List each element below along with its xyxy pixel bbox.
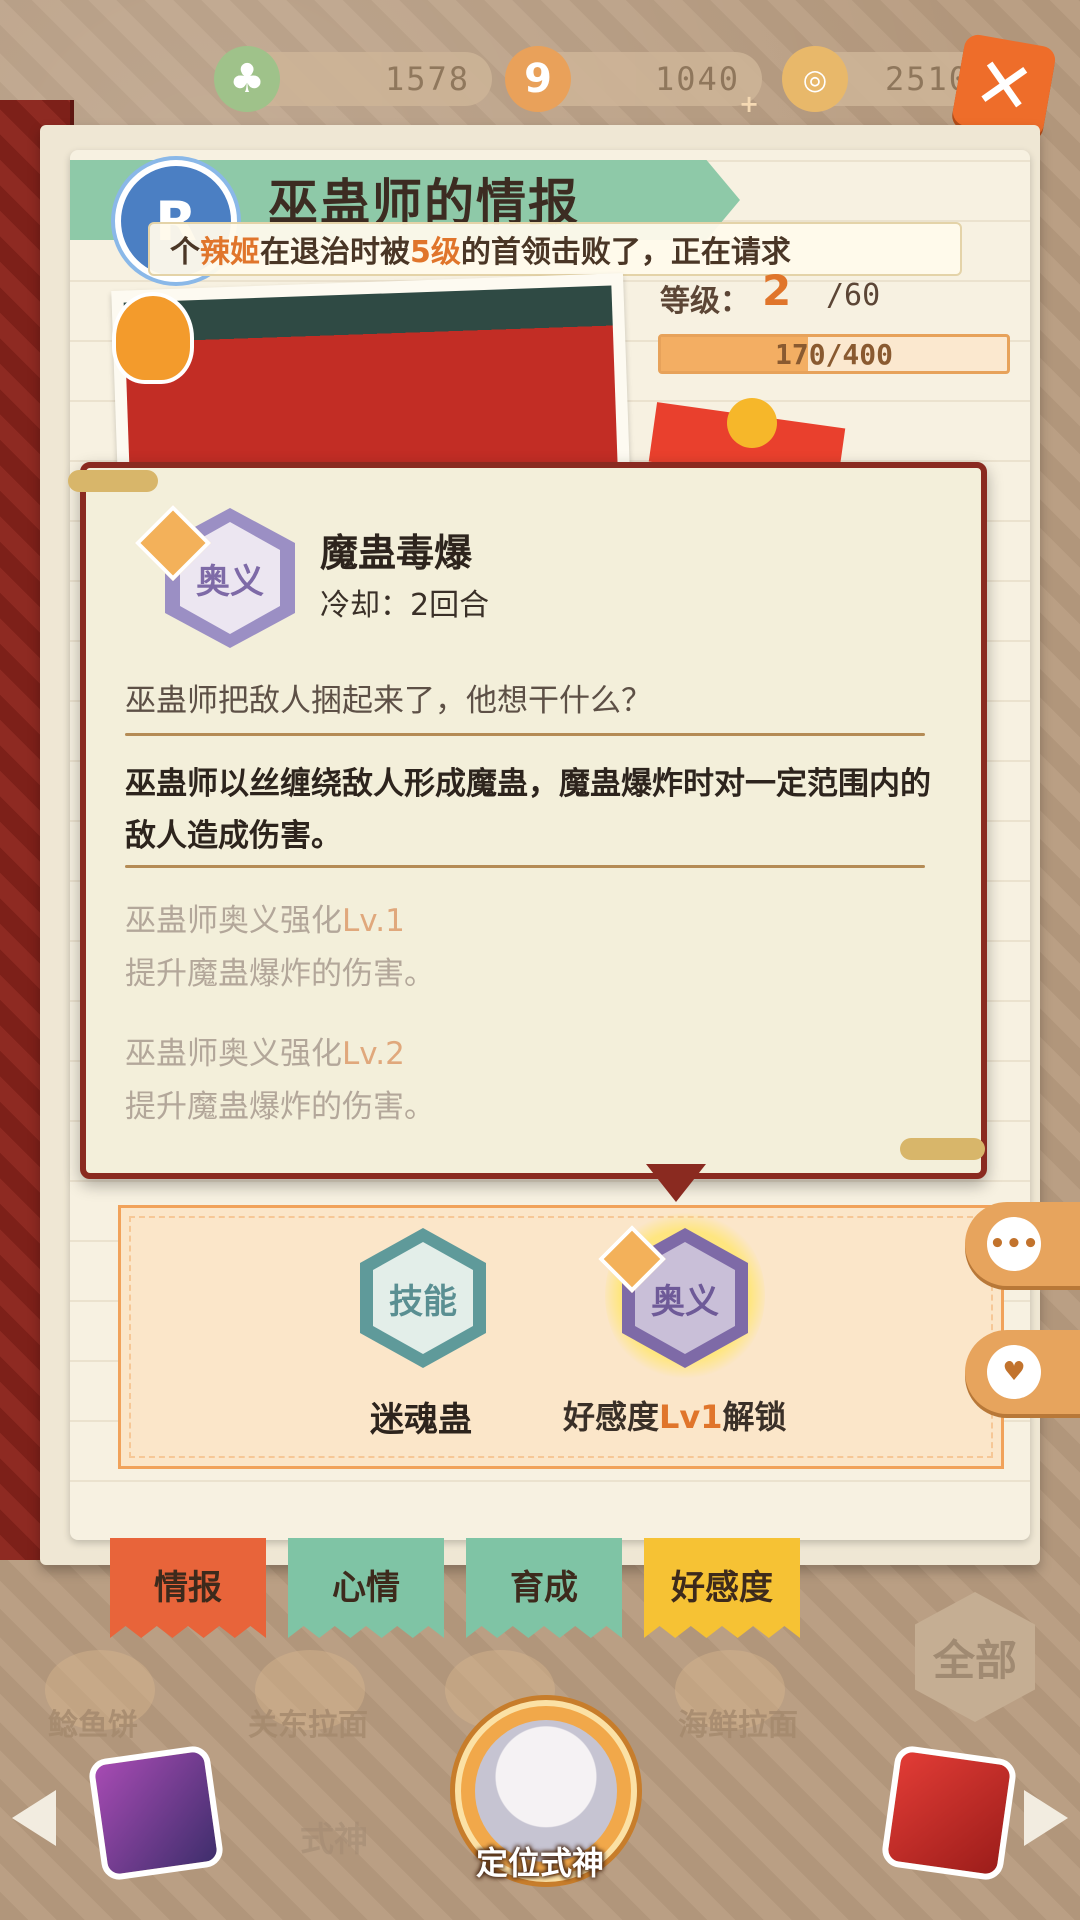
skill-description: 巫蛊师以丝缠绕敌人形成魔蛊，魔蛊爆炸时对一定范围内的敌人造成伤害。	[125, 766, 931, 854]
add-coin-icon[interactable]: +	[735, 90, 763, 118]
upgrade-title-2: 巫蛊师奥义强化Lv.2	[125, 1036, 405, 1072]
divider	[125, 865, 925, 868]
food-label: 关东拉面	[248, 1708, 368, 1743]
food-label: 鲶鱼饼	[48, 1708, 138, 1743]
upgrade-desc-2: 提升魔蛊爆炸的伤害。	[125, 1089, 435, 1125]
ticker-text-1: 个	[170, 235, 200, 270]
skill-name: 魔蛊毒爆	[320, 531, 473, 575]
ticker-text-2: 在退治时被	[260, 235, 410, 270]
close-button[interactable]: ✕	[950, 32, 1058, 140]
level-value: 2	[762, 266, 792, 315]
jade-icon: ♣	[214, 46, 280, 112]
close-icon: ✕	[967, 40, 1041, 132]
chat-button[interactable]: •••	[965, 1202, 1080, 1286]
level-label: 等级：	[660, 284, 750, 319]
jade-value: 1578	[384, 60, 470, 98]
exp-text: 170/400	[774, 337, 893, 371]
smile-sticker-icon	[727, 398, 777, 448]
cloud-ornament-bottom	[900, 1138, 985, 1160]
level-max: /60	[826, 278, 881, 313]
ticker-highlight-level: 5级	[410, 235, 461, 270]
prev-arrow-icon[interactable]	[12, 1790, 56, 1846]
skills-panel	[118, 1205, 1004, 1469]
upgrade-title-1: 巫蛊师奥义强化Lv.1	[125, 903, 405, 939]
ticker-text-3: 的首领击败了，正在请求	[460, 235, 791, 270]
tab-affection[interactable]: 好感度	[644, 1538, 800, 1638]
tab-info[interactable]: 情报	[110, 1538, 266, 1638]
gift-icon: ♥	[987, 1345, 1041, 1399]
chat-bubble-icon: •••	[987, 1217, 1041, 1271]
skill-cooldown: 冷却：2回合	[320, 588, 490, 623]
locate-shikigami-label: 定位式神	[475, 1844, 604, 1882]
tab-growth[interactable]: 育成	[466, 1538, 622, 1638]
skill-name-basic: 迷魂蛊	[370, 1400, 472, 1440]
upgrade-desc-1: 提升魔蛊爆炸的伤害。	[125, 956, 435, 992]
skill-flavor-text: 巫蛊师把敌人捆起来了，他想干什么？	[125, 683, 652, 719]
cloud-ornament-top	[68, 470, 158, 492]
divider	[125, 733, 925, 736]
popup-pointer	[646, 1164, 706, 1202]
exp-bar: 170/400	[658, 334, 1010, 374]
shikigami-watermark: 式神	[300, 1820, 368, 1860]
unlock-requirement: 好感度Lv1解锁	[563, 1398, 787, 1436]
ticker-highlight-name: 辣姬	[200, 235, 260, 270]
next-arrow-icon[interactable]	[1024, 1790, 1068, 1846]
prev-shikigami-avatar[interactable]	[87, 1744, 225, 1882]
gift-button[interactable]: ♥	[965, 1330, 1080, 1414]
coin-icon: 9	[505, 46, 571, 112]
tab-mood[interactable]: 心情	[288, 1538, 444, 1638]
fire-sticker-icon	[112, 292, 194, 384]
food-label: 海鲜拉面	[678, 1708, 798, 1743]
gold-coin-icon: ◎	[782, 46, 848, 112]
news-ticker: 个辣姬 在退治时被 5级 的首领击败了，正在请求	[148, 222, 962, 276]
coin-value: 1040	[654, 60, 740, 98]
next-shikigami-avatar[interactable]	[880, 1744, 1018, 1882]
skill-badge-label: 技能	[373, 1242, 473, 1354]
